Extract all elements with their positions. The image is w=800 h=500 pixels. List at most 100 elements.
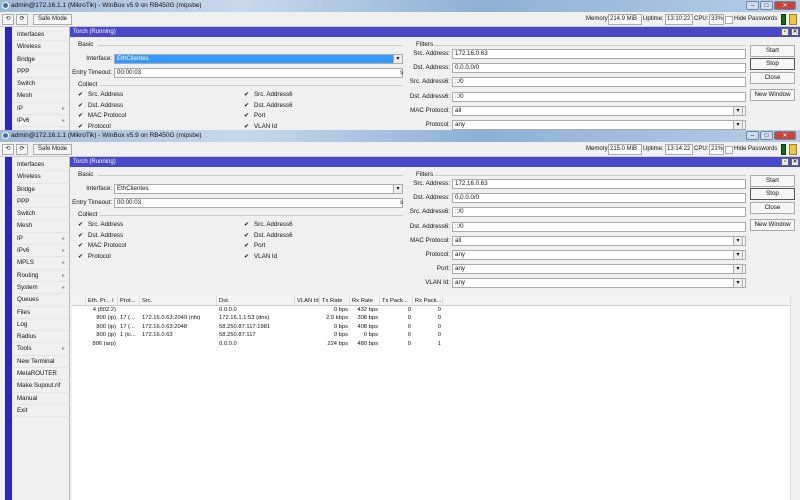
filter-port--input[interactable]: any xyxy=(452,264,746,275)
menu-item-wireless[interactable]: Wireless xyxy=(12,171,69,184)
filter-src-address6--input[interactable]: ::/0 xyxy=(452,207,746,218)
menu-item-ip[interactable]: IP ▸ xyxy=(12,103,69,116)
redo-button[interactable]: ⟳ xyxy=(16,144,28,155)
torch-close-button[interactable]: ✕ xyxy=(791,28,799,36)
torch-close-button[interactable]: ✕ xyxy=(791,158,799,166)
table-row[interactable]: 800 (ip) 17 (... 172.16.0.63:2048 58.250.87… xyxy=(72,322,800,332)
filter-mac-protocol--input[interactable]: all xyxy=(452,235,746,246)
hide-passwords-checkbox[interactable] xyxy=(725,146,733,154)
menu-item-log[interactable]: Log xyxy=(12,319,69,332)
collect-checkbox-protocol[interactable]: ✔ Protocol xyxy=(78,122,111,131)
undo-button[interactable]: ⟲ xyxy=(2,14,14,25)
menu-item-switch[interactable]: Switch xyxy=(12,208,69,221)
column-header-src[interactable]: Src. xyxy=(140,296,217,305)
collect-checkbox-dst-address[interactable]: ✔ Dst. Address xyxy=(78,231,123,240)
menu-item-mpls[interactable]: MPLS ▸ xyxy=(12,257,69,270)
collect-checkbox-dst-address6[interactable]: ✔ Dst. Address6 xyxy=(244,101,293,110)
safe-mode-button[interactable]: Safe Mode xyxy=(33,144,72,155)
filter-dropdown-button[interactable]: ▾ xyxy=(733,105,743,116)
collect-checkbox-vlan-id[interactable]: ✔ VLAN Id xyxy=(244,252,277,261)
collect-checkbox-protocol[interactable]: ✔ Protocol xyxy=(78,252,111,261)
close-button[interactable]: Close xyxy=(750,72,795,84)
start-button[interactable]: Start xyxy=(750,45,795,57)
minimize-button[interactable]: – xyxy=(746,131,759,140)
menu-item-files[interactable]: Files xyxy=(12,307,69,319)
column-header-dst[interactable]: Dst. xyxy=(217,296,295,305)
menu-item-interfaces[interactable]: Interfaces xyxy=(12,159,69,172)
maximize-button[interactable]: □ xyxy=(760,1,773,10)
column-header-blank[interactable] xyxy=(72,296,86,305)
menu-item-bridge[interactable]: Bridge xyxy=(12,54,69,66)
menu-item-routing[interactable]: Routing ▸ xyxy=(12,270,69,282)
filter-dropdown-button[interactable]: ▾ xyxy=(733,235,743,246)
safe-mode-button[interactable]: Safe Mode xyxy=(33,14,72,25)
filter-dropdown-button[interactable]: ▾ xyxy=(733,264,743,275)
start-button[interactable]: Start xyxy=(750,175,795,187)
menu-item-radius[interactable]: Radius xyxy=(12,331,69,344)
table-row[interactable]: 800 (ip) 1 (ic... 172.16.0.63 58.250.87.117… xyxy=(72,331,800,340)
menu-item-system[interactable]: System ▸ xyxy=(12,282,69,295)
stop-button[interactable]: Stop xyxy=(750,58,795,70)
maximize-button[interactable]: □ xyxy=(760,131,773,140)
collect-checkbox-src-address6[interactable]: ✔ Src. Address6 xyxy=(244,90,293,99)
menu-item-exit[interactable]: Exit xyxy=(12,405,69,418)
collect-checkbox-port[interactable]: ✔ Port xyxy=(244,111,265,120)
collect-checkbox-vlan-id[interactable]: ✔ VLAN Id xyxy=(244,122,277,131)
menu-item-switch[interactable]: Switch xyxy=(12,78,69,91)
filter-src-address6--input[interactable]: ::/0 xyxy=(452,77,746,88)
filter-dropdown-button[interactable]: ▾ xyxy=(733,250,743,260)
filter-dst-address--input[interactable]: 0.0.0.0/0 xyxy=(452,193,746,204)
menu-item-ip[interactable]: IP ▸ xyxy=(12,233,69,246)
filter-src-address--input[interactable]: 172.16.0.63 xyxy=(452,49,746,59)
close-window-button[interactable]: ✕ xyxy=(774,1,796,10)
filter-vlan-id--input[interactable]: any xyxy=(452,278,746,289)
table-row[interactable]: 4 (802.2) 0.0.0.0 0 bps 432 bps 0 0 xyxy=(72,306,800,315)
entry-timeout-input[interactable]: 00:00:03 xyxy=(114,198,403,208)
menu-item-wireless[interactable]: Wireless xyxy=(12,41,69,54)
close-window-button[interactable]: ✕ xyxy=(774,131,796,140)
table-row[interactable]: 806 (arp) 0.0.0.0 224 bps 480 bps 0 1 xyxy=(72,339,800,348)
menu-item-interfaces[interactable]: Interfaces xyxy=(12,29,69,42)
menu-item-tools[interactable]: Tools ▸ xyxy=(12,343,69,356)
filter-dropdown-button[interactable]: ▾ xyxy=(733,278,743,289)
column-header-rx-rate[interactable]: Rx Rate xyxy=(350,296,380,305)
hide-passwords-checkbox[interactable] xyxy=(725,16,733,24)
menu-item-ppp[interactable]: PPP xyxy=(12,66,69,79)
column-header-eth-protocol[interactable]: Eth. Pr... / xyxy=(86,296,118,305)
menu-item-ipv6[interactable]: IPv6 ▸ xyxy=(12,245,69,258)
filter-protocol--input[interactable]: any xyxy=(452,120,746,130)
menu-item-queues[interactable]: Queues xyxy=(12,294,69,307)
column-header-tx-rate[interactable]: Tx Rate xyxy=(320,296,350,305)
new-window-button[interactable]: New Window xyxy=(750,219,795,231)
menu-item-make-supout-rif[interactable]: Make Supout.rif xyxy=(12,380,69,393)
menu-item-mesh[interactable]: Mesh xyxy=(12,90,69,103)
menu-item-manual[interactable]: Manual xyxy=(12,393,69,405)
redo-button[interactable]: ⟳ xyxy=(16,14,28,25)
collect-checkbox-port[interactable]: ✔ Port xyxy=(244,241,265,250)
menu-item-bridge[interactable]: Bridge xyxy=(12,184,69,196)
column-header-tx-packets[interactable]: Tx Pack... xyxy=(380,296,413,305)
column-header-protocol[interactable]: Prot... xyxy=(118,296,140,305)
menu-item-new-terminal[interactable]: New Terminal xyxy=(12,356,69,369)
filter-dst-address--input[interactable]: 0.0.0.0/0 xyxy=(452,63,746,74)
collect-checkbox-src-address6[interactable]: ✔ Src. Address6 xyxy=(244,220,293,229)
new-window-button[interactable]: New Window xyxy=(750,89,795,101)
column-header-rx-packets[interactable]: Rx Pack... xyxy=(413,296,443,305)
menu-item-metarouter[interactable]: MetaROUTER xyxy=(12,368,69,381)
entry-timeout-input[interactable]: 00:00:03 xyxy=(114,68,403,78)
minimize-button[interactable]: – xyxy=(746,1,759,10)
undo-button[interactable]: ⟲ xyxy=(2,144,14,155)
interface-select[interactable]: EthClientes xyxy=(114,184,403,194)
close-button[interactable]: Close xyxy=(750,202,795,214)
stop-button[interactable]: Stop xyxy=(750,188,795,200)
collect-checkbox-src-address[interactable]: ✔ Src. Address xyxy=(78,90,123,99)
table-row[interactable]: 800 (ip) 17 (... 172.16.0.63:2049 (nfs) 172… xyxy=(72,314,800,323)
filter-dst-address6--input[interactable]: ::/0 xyxy=(452,91,746,102)
title-bar[interactable]: admin@172.16.1.1 (MikroTik) - WinBox v5.… xyxy=(0,130,800,142)
torch-restore-button[interactable]: ▫ xyxy=(781,28,789,36)
filter-dst-address6--input[interactable]: ::/0 xyxy=(452,221,746,232)
collect-checkbox-src-address[interactable]: ✔ Src. Address xyxy=(78,220,123,229)
menu-item-mesh[interactable]: Mesh xyxy=(12,220,69,233)
collect-checkbox-mac-protocol[interactable]: ✔ MAC Protocol xyxy=(78,241,126,250)
filter-protocol--input[interactable]: any xyxy=(452,250,746,260)
